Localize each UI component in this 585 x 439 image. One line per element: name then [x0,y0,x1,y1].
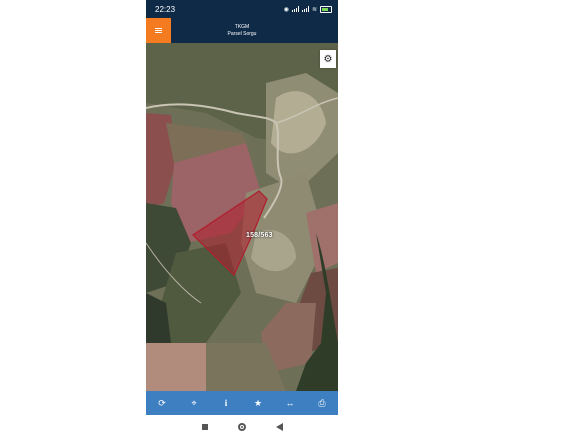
satellite-map[interactable] [146,43,338,391]
status-time: 22:23 [155,4,176,14]
measure-icon: ↔ [285,398,295,408]
bottom-toolbar: ⟳ ⌖ i ★ ↔ ⎙ [146,391,338,415]
phone-screen: 22:23 ◉ ≋ TKGM Parsel Sorgu ⚙ 158/563 ⟳ … [146,0,338,439]
gear-icon: ⚙ [323,53,333,65]
print-button[interactable]: ⎙ [311,392,333,414]
status-bar: 22:23 ◉ ≋ [146,0,338,18]
info-button[interactable]: i [215,392,237,414]
measure-button[interactable]: ↔ [279,392,301,414]
refresh-icon: ⟳ [158,397,166,408]
app-bar: TKGM Parsel Sorgu [146,18,338,43]
status-icons: ◉ ≋ [283,5,332,13]
favorite-button[interactable]: ★ [247,392,269,414]
locate-button[interactable]: ⌖ [183,392,205,414]
star-icon: ★ [253,397,263,408]
app-subtitle: Parsel Sorgu [227,31,257,37]
parcel-label: 158/563 [246,232,273,239]
system-nav-bar [146,415,338,439]
locate-icon: ⌖ [191,397,197,408]
home-button[interactable] [237,423,246,431]
settings-button[interactable]: ⚙ [320,50,336,68]
app-title: TKGM [234,24,250,30]
signal-icon-2 [301,6,309,12]
signal-icon [291,6,299,12]
location-icon: ◉ [283,6,289,13]
print-icon: ⎙ [318,397,326,408]
recent-apps-button[interactable] [201,424,208,430]
info-icon: i [224,398,228,408]
refresh-button[interactable]: ⟳ [151,392,173,414]
back-button[interactable] [275,423,283,431]
battery-icon [320,5,332,13]
satellite-imagery [146,43,338,391]
wifi-icon: ≋ [311,6,317,13]
